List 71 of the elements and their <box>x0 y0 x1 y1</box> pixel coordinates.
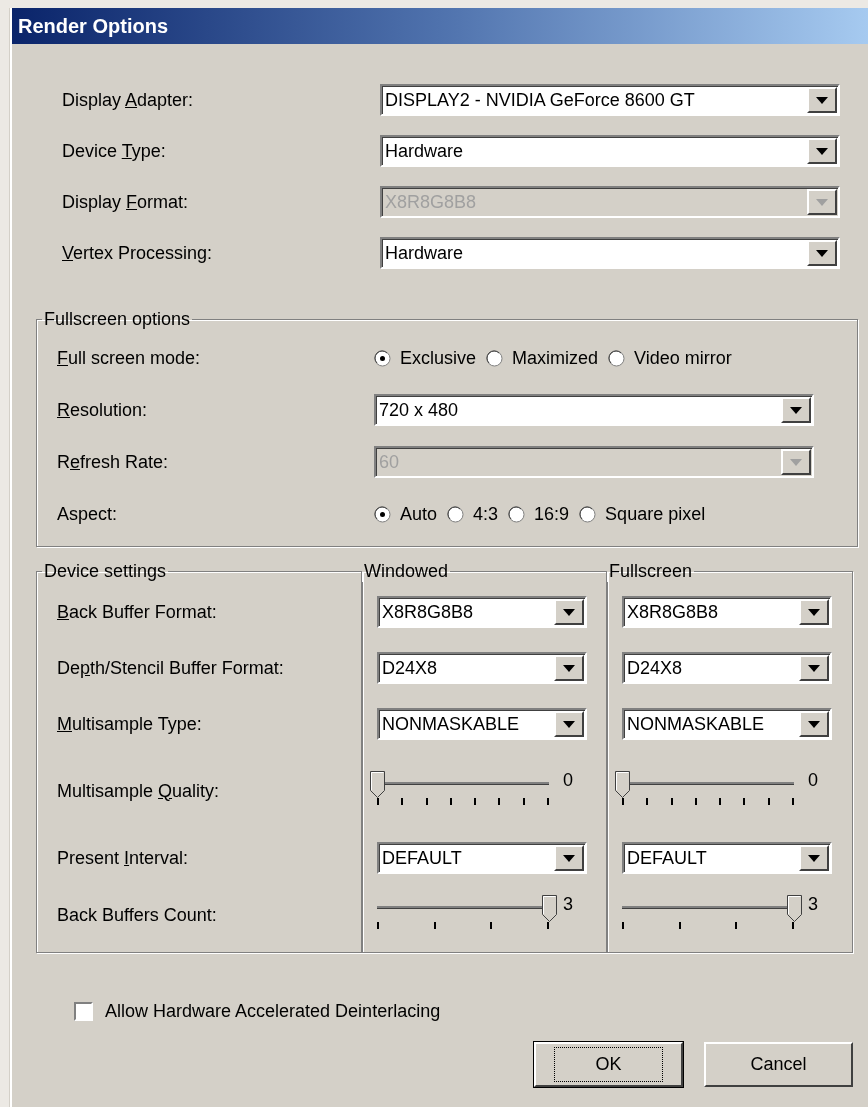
window-title: Render Options <box>18 14 168 38</box>
dropdown[interactable]: 720 x 480 <box>374 394 814 426</box>
dropdown[interactable]: NONMASKABLE <box>377 708 587 740</box>
radio-option[interactable]: Maximized <box>486 347 599 369</box>
dropdown-arrow-icon <box>790 406 802 414</box>
radio-button[interactable] <box>374 349 391 367</box>
slider-value: 0 <box>808 770 818 791</box>
radio-option[interactable]: 16:9 <box>508 503 570 525</box>
dropdown-arrow-icon <box>808 664 820 672</box>
dropdown-arrow-icon <box>563 720 575 728</box>
radio-option[interactable]: Auto <box>374 503 438 525</box>
dropdown-arrow-icon <box>563 854 575 862</box>
slider-thumb[interactable] <box>542 895 557 922</box>
dropdown-arrow-icon <box>816 96 828 104</box>
field-label: Multisample Quality: <box>57 780 220 802</box>
slider-value: 0 <box>563 770 573 791</box>
field-label: Full screen mode: <box>57 347 202 369</box>
dropdown-arrow-icon <box>790 458 802 466</box>
dropdown[interactable]: DEFAULT <box>377 842 587 874</box>
field-label: Vertex Processing: <box>62 242 214 264</box>
dropdown[interactable]: X8R8G8B8 <box>377 596 587 628</box>
radio-option[interactable]: Exclusive <box>374 347 477 369</box>
radio-option[interactable]: Video mirror <box>608 347 732 369</box>
field-label: Display Adapter: <box>62 89 195 111</box>
field-label: Present Interval: <box>57 847 189 869</box>
dropdown[interactable]: Hardware <box>380 135 840 167</box>
dialog-button[interactable]: Cancel <box>704 1042 853 1087</box>
dropdown[interactable]: NONMASKABLE <box>622 708 832 740</box>
field-label: Resolution: <box>57 399 149 421</box>
radio-button[interactable] <box>374 505 391 523</box>
group-title: Fullscreen <box>608 561 694 582</box>
radio-button[interactable] <box>486 349 504 367</box>
radio-button[interactable] <box>579 505 597 523</box>
dropdown-arrow-icon <box>816 249 828 257</box>
field-label: Back Buffers Count: <box>57 904 217 926</box>
dropdown-arrow-icon <box>808 854 820 862</box>
dropdown[interactable]: Hardware <box>380 237 840 269</box>
dropdown[interactable]: D24X8 <box>622 652 832 684</box>
radio-button[interactable] <box>608 349 626 367</box>
dropdown-arrow-icon <box>808 720 820 728</box>
dropdown[interactable]: D24X8 <box>377 652 587 684</box>
group-title: Device settings <box>43 561 168 582</box>
dropdown-arrow-icon <box>808 608 820 616</box>
dropdown[interactable]: DEFAULT <box>622 842 832 874</box>
group-title: Windowed <box>363 561 450 582</box>
dialog-button[interactable]: OK <box>534 1042 683 1087</box>
slider-value: 3 <box>563 894 573 915</box>
checkbox[interactable] <box>74 1002 93 1021</box>
dropdown-arrow-icon <box>816 147 828 155</box>
slider-thumb[interactable] <box>787 895 802 922</box>
field-label: Multisample Type: <box>57 713 202 735</box>
group-title: Fullscreen options <box>43 309 192 330</box>
slider-thumb[interactable] <box>370 771 385 798</box>
field-label: Aspect: <box>57 503 119 525</box>
dropdown-arrow-icon <box>816 198 828 206</box>
radio-button[interactable] <box>508 505 526 523</box>
dropdown-arrow-icon <box>563 664 575 672</box>
field-label: Display Format: <box>62 191 190 213</box>
field-label: Refresh Rate: <box>57 451 170 473</box>
radio-option[interactable]: 4:3 <box>447 503 499 525</box>
slider-value: 3 <box>808 894 818 915</box>
field-label: Device Type: <box>62 140 167 162</box>
dropdown[interactable]: X8R8G8B8 <box>622 596 832 628</box>
checkbox-option[interactable]: Allow Hardware Accelerated Deinterlacing <box>74 1001 441 1022</box>
field-label: Back Buffer Format: <box>57 601 217 623</box>
slider-thumb[interactable] <box>615 771 630 798</box>
field-label: Depth/Stencil Buffer Format: <box>57 657 284 679</box>
dropdown[interactable]: DISPLAY2 - NVIDIA GeForce 8600 GT <box>380 84 840 116</box>
radio-option[interactable]: Square pixel <box>579 503 706 525</box>
radio-button[interactable] <box>447 505 465 523</box>
dropdown-arrow-icon <box>563 608 575 616</box>
